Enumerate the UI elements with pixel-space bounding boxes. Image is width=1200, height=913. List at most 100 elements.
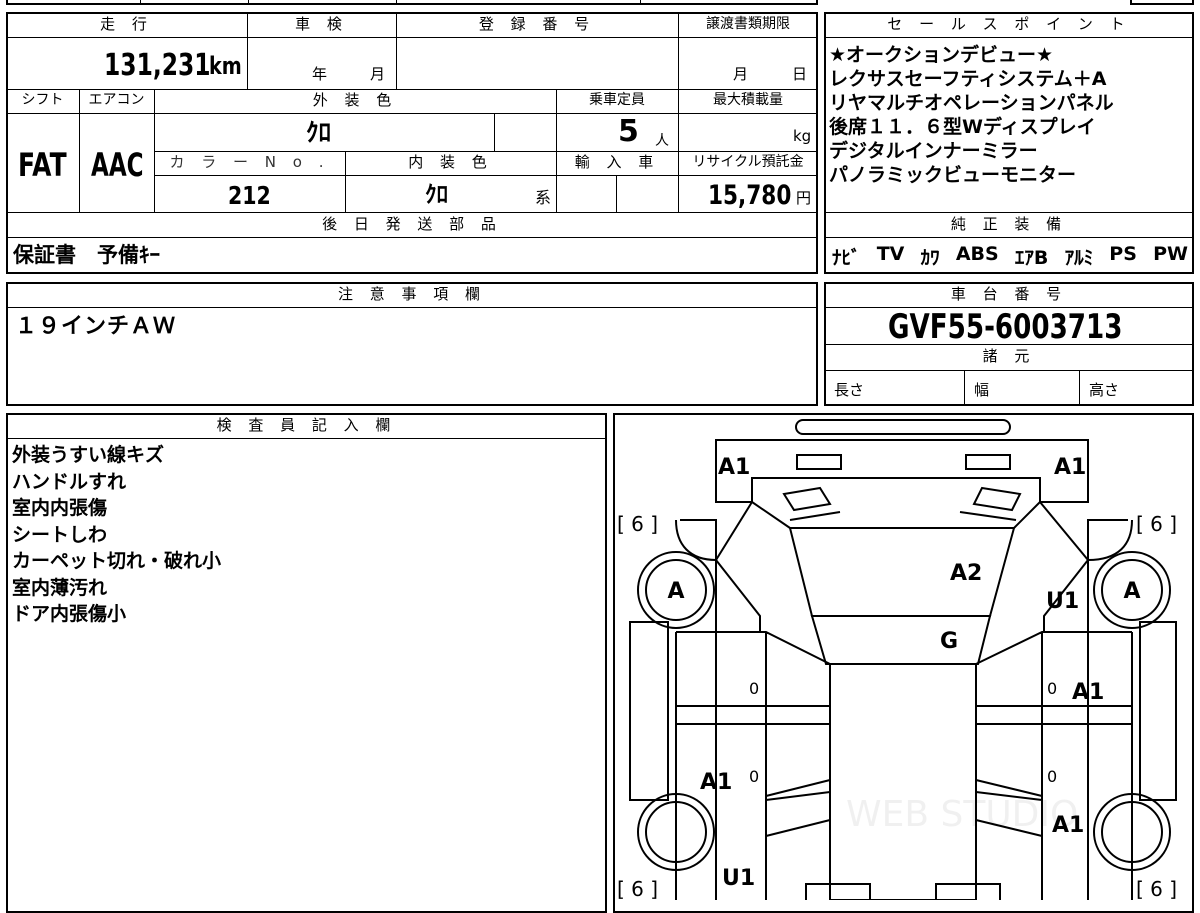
ac-value: AAC	[91, 146, 144, 184]
headlight-left	[796, 454, 842, 470]
exterior-color-value: ｸﾛ	[306, 118, 332, 147]
equipment-label: 純 正 装 備	[950, 215, 1068, 233]
equipment-item: PW	[1153, 243, 1188, 265]
grid-line	[6, 237, 818, 238]
registration-label: 登 録 番 号	[478, 15, 596, 33]
door-num-rl: 0	[749, 767, 759, 786]
equipment-item: ｱﾙﾐ	[1064, 247, 1094, 269]
mark-wheel-fl: A	[667, 579, 684, 604]
inspector-note-line: カーペット切れ・破れ小	[12, 550, 222, 572]
top-strip-divider	[140, 0, 141, 5]
exterior-color-label: 外 装 色	[312, 91, 398, 109]
grid-line	[824, 237, 1194, 238]
transfer-month-unit: 月	[733, 65, 749, 83]
interior-color-label: 内 装 色	[408, 153, 493, 171]
specs-label: 諸 元	[982, 347, 1036, 365]
sales-point-line: リヤマルチオペレーションパネル	[829, 92, 1114, 114]
front-end	[715, 439, 1089, 503]
mark-front-door-r: A1	[1072, 680, 1104, 705]
grid-line	[6, 37, 818, 38]
grid-line	[964, 370, 965, 406]
sales-point-line: ★オークションデビュー★	[829, 44, 1054, 66]
mileage-label: 走 行	[100, 15, 153, 33]
mark-hood: A2	[950, 561, 982, 586]
later-parts-value: 保証書 予備ｷｰ	[13, 243, 160, 267]
door-num-rr: 0	[1047, 767, 1057, 786]
recycle-value: 15,780	[708, 180, 792, 211]
inspector-label: 検 査 員 記 入 欄	[216, 416, 397, 434]
transfer-day-unit: 日	[792, 65, 808, 83]
mark-tire-fr: [ 6 ]	[1136, 512, 1177, 536]
capacity-unit: 人	[655, 133, 669, 149]
sales-points-label: セ ー ル ス ポ イ ン ト	[887, 15, 1131, 33]
watermark: WEB STUDIO	[846, 794, 1078, 835]
notes-label: 注 意 事 項 欄	[337, 285, 487, 303]
inspector-note-line: 外装うすい線キズ	[12, 444, 165, 466]
windshield	[810, 615, 992, 665]
roof	[829, 663, 977, 900]
mark-rear-quarter-l: U1	[722, 866, 755, 891]
import-label: 輸 入 車	[574, 153, 660, 171]
sales-point-line: デジタルインナーミラー	[829, 140, 1038, 162]
grid-line	[154, 151, 818, 152]
top-strip-divider	[248, 0, 249, 5]
width-label: 幅	[974, 381, 990, 399]
capacity-label: 乗車定員	[589, 92, 645, 108]
grid-line	[556, 89, 557, 213]
mark-rear-door-l: A1	[700, 770, 732, 795]
mark-windshield: G	[940, 629, 958, 654]
grid-line	[616, 175, 617, 213]
mark-wheel-fr: A	[1123, 579, 1140, 604]
equipment-item: ｶﾜ	[920, 247, 940, 269]
door-num-fr: 0	[1047, 679, 1057, 698]
mark-fender-fr: U1	[1046, 589, 1079, 614]
inspector-note-line: ハンドルすれ	[12, 470, 127, 493]
equipment-item: PS	[1109, 243, 1137, 265]
grid-line	[79, 89, 80, 213]
sales-point-line: レクサスセーフティシステム＋A	[829, 68, 1107, 90]
recycle-unit: 円	[796, 189, 812, 207]
headlight-right	[965, 454, 1011, 470]
interior-color-suffix: 系	[535, 188, 552, 207]
right-doors	[975, 631, 1133, 900]
inspector-note-line: 室内内張傷	[12, 497, 108, 519]
recycle-label: リサイクル預託金	[692, 154, 804, 170]
sales-points-list: ★オークションデビュー★ レクサスセーフティシステム＋A リヤマルチオペレーショ…	[829, 43, 1191, 187]
mark-front-right: A1	[1054, 455, 1086, 480]
grid-line	[154, 175, 818, 176]
mark-rear-quarter-r: A1	[1052, 813, 1084, 838]
capacity-value: 5	[618, 114, 639, 149]
grid-line	[1079, 370, 1080, 406]
grid-line	[6, 113, 818, 114]
front-bumper	[795, 419, 1011, 435]
top-strip-divider	[640, 0, 641, 5]
chassis-label: 車 台 番 号	[950, 285, 1068, 303]
shift-label: シフト	[21, 92, 64, 108]
grid-line	[824, 370, 1194, 371]
inspection-year-unit: 年	[312, 65, 328, 83]
inspection-label: 車 検	[295, 15, 348, 33]
sales-point-line: 後席１１．６型Wディスプレイ	[829, 116, 1096, 138]
top-strip-divider	[396, 0, 397, 5]
mark-front-left: A1	[718, 455, 750, 480]
grid-line	[6, 438, 607, 439]
inspector-notes: 外装うすい線キズ ハンドルすれ 室内内張傷 シートしわ カーペット切れ・破れ小 …	[12, 442, 602, 628]
inspector-note-line: シートしわ	[12, 523, 108, 546]
notes-text: １９インチＡＷ	[15, 314, 177, 339]
interior-color-value: ｸﾛ	[425, 182, 448, 208]
max-load-label: 最大積載量	[713, 92, 783, 108]
mark-tire-fl: [ 6 ]	[617, 512, 658, 536]
color-no-value: 212	[228, 181, 271, 210]
equipment-list: ﾅﾋﾞ TV ｶﾜ ABS ｴｱB ｱﾙﾐ PS PW	[832, 243, 1188, 270]
mileage-unit: km	[209, 52, 242, 80]
ac-label: エアコン	[88, 92, 145, 108]
grid-line	[824, 37, 1194, 38]
length-label: 長さ	[834, 381, 865, 399]
car-diagram: WEB STUDIO A1 A1 A2 U1 G A1 A1 A1 U1 A A…	[617, 419, 1177, 900]
equipment-item: ﾅﾋﾞ	[832, 247, 861, 269]
grid-line	[6, 307, 818, 308]
body-outline	[715, 477, 1089, 900]
grid-line	[494, 113, 495, 151]
transfer-deadline-label: 譲渡書類期限	[706, 16, 790, 32]
top-strip-right	[1130, 0, 1194, 5]
